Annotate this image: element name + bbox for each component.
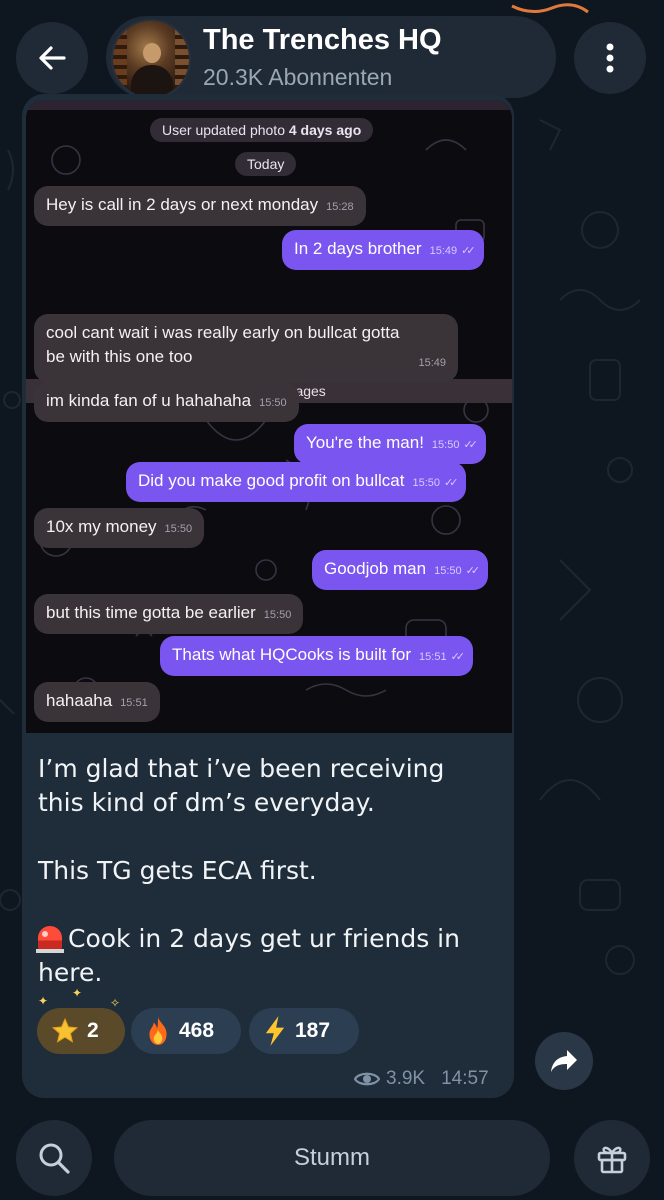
message-bubble-incoming: cool cant wait i was really early on bul… bbox=[34, 314, 458, 382]
message-bubble-incoming: im kinda fan of u hahahaha 15:50 bbox=[34, 382, 299, 422]
sparkle-decoration: ✦ bbox=[38, 994, 49, 1008]
subscriber-count: 20.3K Abonnenten bbox=[203, 64, 393, 90]
star-icon bbox=[51, 1017, 79, 1043]
more-options-button[interactable] bbox=[574, 22, 646, 94]
double-check-icon: ✓✓ bbox=[461, 245, 476, 257]
message-bubble-outgoing: You're the man! 15:50 ✓✓ bbox=[294, 424, 486, 464]
reaction-fire[interactable]: 468 bbox=[131, 1008, 241, 1054]
message-bubble-incoming: Hey is call in 2 days or next monday 15:2… bbox=[34, 186, 366, 226]
view-count: 3.9K bbox=[386, 1068, 426, 1089]
rotating-light-icon bbox=[36, 926, 64, 953]
more-vertical-icon bbox=[606, 43, 614, 73]
share-arrow-icon bbox=[551, 1050, 577, 1072]
sparkle-decoration: ✦ bbox=[72, 986, 83, 1000]
arrow-left-icon bbox=[39, 46, 66, 70]
reaction-star[interactable]: 2 bbox=[37, 1008, 125, 1054]
date-pill: Today bbox=[235, 152, 297, 176]
reaction-lightning[interactable]: 187 bbox=[249, 1008, 359, 1054]
post-meta: 3.9K 14:57 bbox=[354, 1068, 489, 1090]
channel-avatar[interactable] bbox=[111, 19, 191, 99]
channel-title: The Trenches HQ bbox=[203, 24, 442, 56]
post-image[interactable]: User updated photo 4 days ago Today Hey … bbox=[26, 100, 512, 733]
mute-label: Stumm bbox=[293, 1144, 370, 1171]
message-bubble-incoming: but this time gotta be earlier 15:50 bbox=[34, 594, 304, 634]
system-message: User updated photo 4 days ago bbox=[150, 118, 374, 142]
message-bubble-outgoing: Goodjob man 15:50 ✓✓ bbox=[312, 550, 489, 590]
sparkle-decoration: ✧ bbox=[110, 996, 121, 1010]
search-icon bbox=[39, 1143, 70, 1174]
gift-button[interactable] bbox=[574, 1120, 650, 1196]
orange-scribble bbox=[511, 3, 589, 14]
message-bubble-incoming: 10x my money 15:50 bbox=[34, 508, 205, 548]
share-button[interactable] bbox=[535, 1032, 593, 1090]
message-bubble-outgoing: Did you make good profit on bullcat 15:50… bbox=[126, 462, 467, 502]
gift-icon bbox=[597, 1146, 627, 1174]
search-button[interactable] bbox=[16, 1120, 92, 1196]
back-button[interactable] bbox=[16, 22, 88, 94]
post-caption: I’m glad that i’ve been receiving this k… bbox=[36, 754, 460, 987]
fire-icon bbox=[149, 1017, 167, 1045]
message-bubble-incoming: hahaaha 15:51 bbox=[34, 682, 160, 722]
mute-button[interactable]: Stumm bbox=[114, 1120, 550, 1196]
message-bubble-outgoing: Thats what HQCooks is built for 15:51 ✓✓ bbox=[160, 636, 473, 676]
eye-icon bbox=[354, 1072, 380, 1086]
message-bubble-outgoing: In 2 days brother 15:49 ✓✓ bbox=[282, 230, 484, 270]
lightning-icon bbox=[265, 1016, 285, 1046]
post-time: 14:57 bbox=[441, 1068, 489, 1089]
